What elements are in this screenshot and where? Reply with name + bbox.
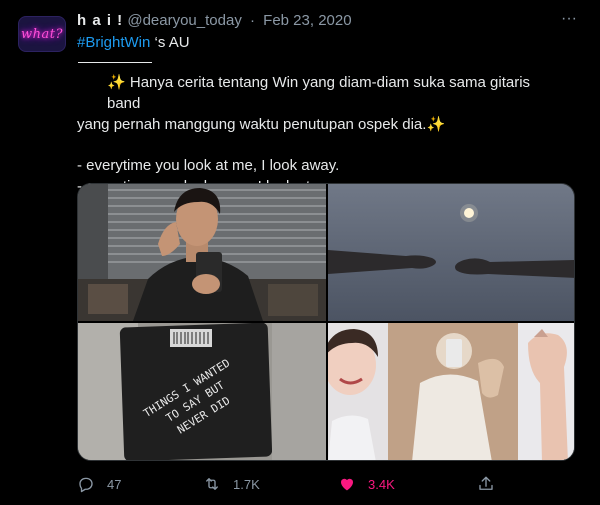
photo-selfie-art [78,184,326,321]
tweet-hashtag-line: #BrightWin ‘s AU [77,33,190,53]
retweet-count: 1.7K [233,476,260,492]
tweet[interactable]: what? h a i ! @dearyou_today · Feb 23, 2… [0,0,600,505]
reply-count: 47 [107,476,122,492]
hashtag-link[interactable]: #BrightWin [77,34,150,51]
display-name[interactable]: h a i ! [77,12,123,29]
share-button[interactable] [477,472,495,496]
body-line-1: ✨ Hanya cerita tentang Win yang diam-dia… [77,72,567,114]
photo-notebook-art: THINGS I WANTED TO SAY BUT NEVER DID [78,323,326,460]
tweet-actions: 47 1.7K 3.4K [77,472,577,496]
tweet-header: h a i ! @dearyou_today · Feb 23, 2020 [77,11,557,31]
separator-dot: · [250,12,255,29]
share-icon [479,476,493,490]
photo-hands[interactable] [328,184,574,321]
media-grid: THINGS I WANTED TO SAY BUT NEVER DID [77,183,575,461]
retweet-icon [206,478,218,490]
photo-hands-art [328,184,574,321]
reply-icon [79,477,93,493]
reply-button[interactable]: 47 [77,472,121,496]
sparkle-icon: ✨ [107,74,126,91]
like-button[interactable]: 3.4K [338,472,395,496]
body-line-2: yang pernah manggung waktu penutupan osp… [77,114,567,135]
photo-collage-art [328,323,574,460]
retweet-button[interactable]: 1.7K [203,472,260,496]
hashtag-suffix: ‘s AU [150,34,190,51]
photo-collage[interactable] [328,323,574,460]
user-handle[interactable]: @dearyou_today [127,12,241,29]
like-count: 3.4K [368,476,395,492]
body-text-2: yang pernah manggung waktu penutupan osp… [77,116,427,133]
avatar[interactable]: what? [18,16,66,52]
avatar-logo-text: what? [21,26,63,42]
tweet-body: ✨ Hanya cerita tentang Win yang diam-dia… [77,72,567,197]
photo-selfie[interactable] [78,184,326,321]
tweet-date[interactable]: Feb 23, 2020 [263,12,351,29]
quote-line-1: - everytime you look at me, I look away. [77,157,340,174]
body-text-1: Hanya cerita tentang Win yang diam-diam … [107,74,531,112]
divider-line [78,62,152,63]
photo-notebook[interactable]: THINGS I WANTED TO SAY BUT NEVER DID [78,323,326,460]
sparkle-icon: ✨ [426,116,446,133]
heart-icon [341,478,353,491]
more-icon[interactable]: ··· [556,10,582,32]
